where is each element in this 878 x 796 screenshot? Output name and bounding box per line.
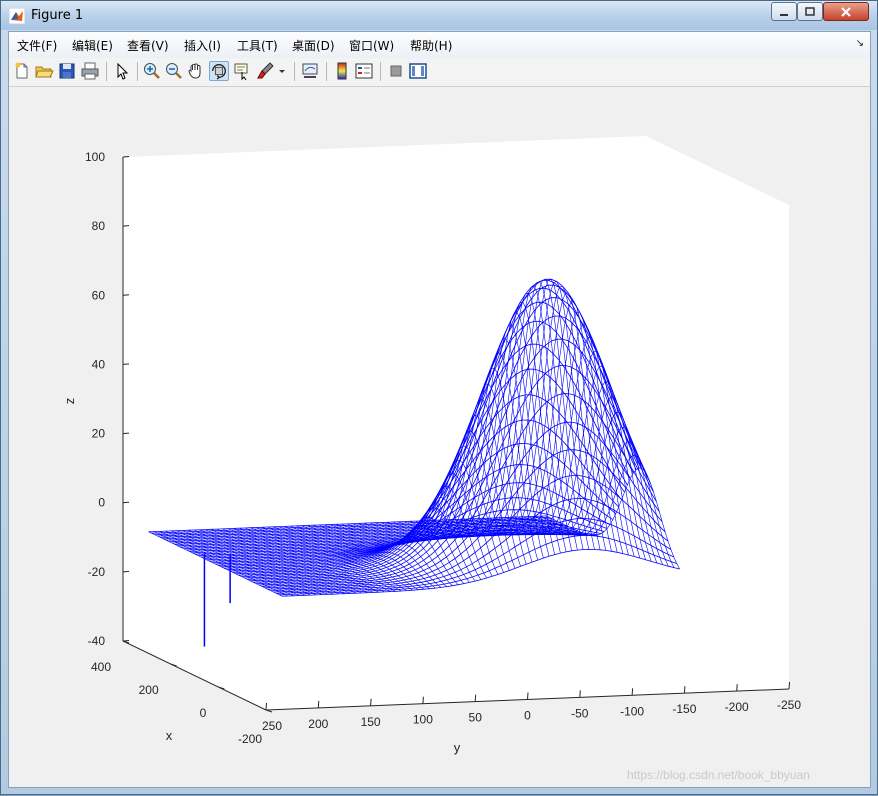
z-tick-mark	[122, 432, 130, 435]
z-tick-label: 0	[98, 496, 105, 510]
z-tick-mark	[122, 501, 130, 504]
axes-background	[123, 136, 789, 710]
watermark: https://blog.csdn.net/book_bbyuan	[627, 768, 810, 782]
x-axis-label: x	[166, 728, 173, 743]
y-tick-label: -50	[571, 706, 589, 720]
y-tick-label: -100	[620, 704, 644, 718]
y-tick-label: 100	[413, 713, 433, 727]
z-tick-label: 80	[92, 219, 106, 233]
y-tick-label: -250	[777, 698, 801, 712]
y-tick-label: -200	[725, 700, 749, 714]
y-tick-label: 200	[308, 717, 328, 731]
z-tick-label: 20	[92, 427, 106, 441]
y-tick-mark	[317, 700, 320, 708]
z-tick-label: -40	[88, 634, 106, 648]
y-tick-label: 250	[262, 719, 282, 733]
y-tick-mark	[370, 698, 372, 706]
z-tick-mark	[122, 294, 130, 296]
z-tick-mark	[122, 570, 130, 573]
surface-plot[interactable]: -40-20020406080100250 200 150 100 50 0 -50 -100…	[1, 1, 878, 796]
y-tick-mark	[527, 692, 529, 700]
x-tick-label: 400	[91, 660, 111, 674]
x-tick-label: 200	[139, 683, 159, 697]
x-tick-label: 0	[200, 706, 207, 720]
z-tick-label: 40	[92, 357, 106, 371]
y-tick-mark	[683, 686, 686, 694]
y-tick-mark	[631, 688, 634, 696]
y-tick-mark	[736, 684, 738, 692]
y-tick-label: 150	[361, 715, 381, 729]
y-tick-label: 50	[469, 711, 483, 725]
y-axis-label: y	[454, 740, 461, 755]
y-tick-mark	[474, 694, 477, 702]
y-tick-label: -150	[672, 702, 696, 716]
y-tick-mark	[422, 696, 424, 704]
y-tick-mark	[579, 690, 581, 698]
z-axis-label: z	[62, 398, 77, 405]
figure-window: Figure 1 文件(F) 编辑(E) 查看(V) 插入(I) 工具(T) 桌…	[0, 0, 878, 795]
z-tick-label: 100	[85, 150, 105, 164]
y-tick-label: 0	[524, 709, 531, 723]
axes-pane	[123, 136, 789, 710]
z-tick-mark	[122, 156, 130, 158]
y-tick-mark	[265, 702, 267, 711]
y-tick-mark	[788, 681, 790, 690]
z-tick-mark	[122, 363, 130, 365]
z-tick-label: -20	[88, 565, 106, 579]
z-tick-label: 60	[92, 288, 106, 302]
z-tick-mark	[122, 225, 130, 227]
x-tick-label: -200	[238, 732, 262, 746]
